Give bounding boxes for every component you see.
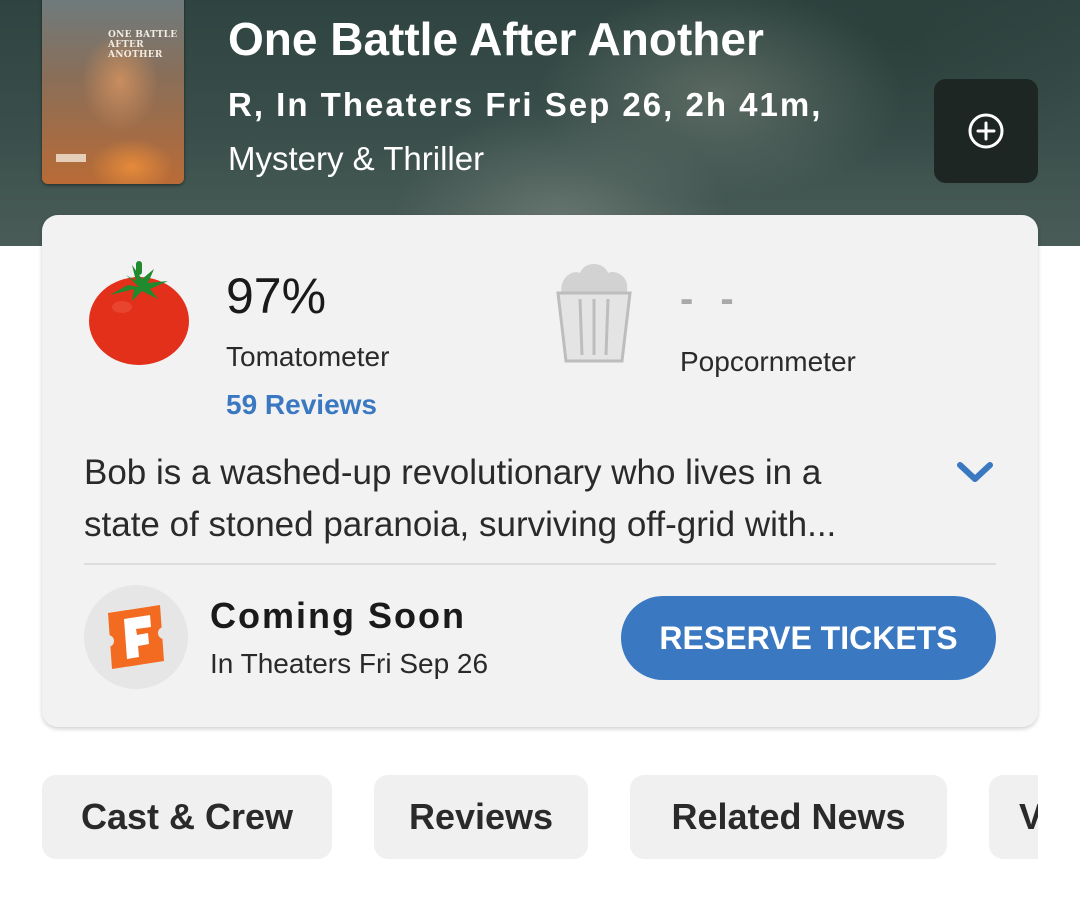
tab-videos[interactable]: V bbox=[989, 775, 1038, 859]
fandango-icon bbox=[102, 605, 170, 669]
divider bbox=[84, 563, 996, 565]
movie-header: ONE BATTLE AFTER ANOTHER One Battle Afte… bbox=[0, 0, 1080, 246]
tab-reviews[interactable]: Reviews bbox=[374, 775, 588, 859]
tab-related-news[interactable]: Related News bbox=[630, 775, 947, 859]
add-to-watchlist-button[interactable] bbox=[934, 79, 1038, 183]
section-tabs: Cast & Crew Reviews Related News V bbox=[0, 775, 1038, 859]
tomato-icon bbox=[89, 261, 189, 365]
plus-circle-icon bbox=[968, 113, 1004, 149]
score-card: 97% Tomatometer 59 Reviews - - Popcornme… bbox=[42, 215, 1038, 727]
synopsis-line: state of stoned paranoia, surviving off-… bbox=[84, 505, 837, 544]
synopsis[interactable]: Bob is a washed-up revolutionary who liv… bbox=[84, 447, 944, 551]
ticket-status: Coming Soon bbox=[210, 595, 466, 636]
chevron-down-icon[interactable] bbox=[952, 455, 998, 489]
movie-poster[interactable]: ONE BATTLE AFTER ANOTHER bbox=[42, 0, 184, 184]
popcornmeter-label: Popcornmeter bbox=[680, 346, 856, 377]
poster-title-text: ONE BATTLE AFTER ANOTHER bbox=[108, 30, 178, 60]
synopsis-line: Bob is a washed-up revolutionary who liv… bbox=[84, 453, 822, 492]
movie-genre: Mystery & Thriller bbox=[228, 140, 485, 177]
tomatometer-score: 97% bbox=[226, 268, 327, 324]
popcorn-bucket-icon bbox=[556, 264, 632, 363]
release-date: In Theaters Fri Sep 26 bbox=[210, 648, 489, 679]
popcornmeter-score: - - bbox=[680, 277, 742, 321]
movie-meta: R, In Theaters Fri Sep 26, 2h 41m, bbox=[228, 86, 823, 123]
reserve-tickets-button[interactable]: RESERVE TICKETS bbox=[621, 596, 996, 680]
reviews-count-link[interactable]: 59 Reviews bbox=[226, 389, 377, 421]
tab-cast-crew[interactable]: Cast & Crew bbox=[42, 775, 332, 859]
tomatometer-label: Tomatometer bbox=[226, 341, 390, 372]
movie-title: One Battle After Another bbox=[228, 13, 764, 65]
poster-studio-logo bbox=[56, 154, 86, 162]
fandango-logo bbox=[84, 585, 188, 689]
